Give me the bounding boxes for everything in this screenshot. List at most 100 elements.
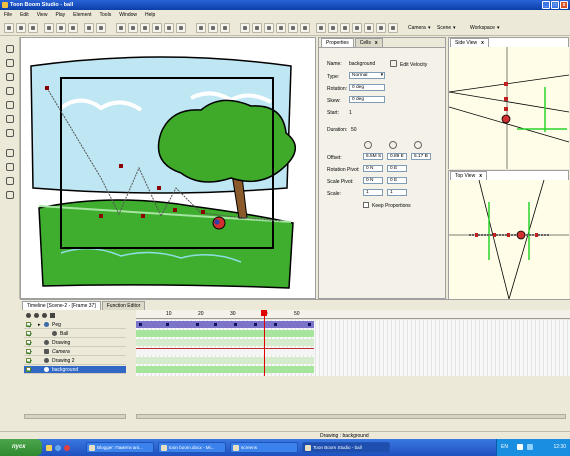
menu-play[interactable]: Play — [55, 10, 65, 20]
close-side-view-icon[interactable]: x — [481, 40, 484, 46]
open-icon[interactable] — [16, 23, 26, 33]
ball-track[interactable] — [136, 330, 314, 337]
expand-icon[interactable]: ▸ — [38, 321, 41, 329]
layer-row-drawing[interactable]: Drawing — [24, 339, 126, 347]
camera-dropdown[interactable]: Camera — [408, 25, 426, 31]
side-view-canvas[interactable] — [449, 47, 569, 169]
zoom-view-icon[interactable] — [364, 23, 374, 33]
delete-layer-icon[interactable] — [42, 313, 47, 318]
task-word[interactable]: toon boom.docx - Mi... — [158, 442, 226, 453]
scale-pivot-x-field[interactable]: 0 N — [363, 177, 383, 184]
rotation-pivot-y-field[interactable]: 0 E — [387, 165, 407, 172]
opera-icon[interactable] — [64, 445, 70, 451]
layer-visible-checkbox[interactable] — [26, 349, 31, 354]
close-cells-tab-icon[interactable]: x — [375, 40, 378, 46]
pivot-icon[interactable] — [300, 23, 310, 33]
offset-x-axis-icon[interactable] — [364, 141, 372, 149]
skew-field[interactable]: 0 deg — [349, 96, 385, 103]
brush-tool-icon[interactable] — [4, 57, 15, 68]
task-blogger[interactable]: Blogger: Памяти ani... — [86, 442, 154, 453]
prev-frame-icon[interactable] — [128, 23, 138, 33]
cut-icon[interactable] — [44, 23, 54, 33]
menu-tools[interactable]: Tools — [100, 10, 112, 20]
select-tool-icon[interactable] — [4, 43, 15, 54]
light-table-icon[interactable] — [220, 23, 230, 33]
camera-view[interactable] — [20, 37, 316, 299]
motion-icon[interactable] — [252, 23, 262, 33]
tab-function-editor[interactable]: Function Editor — [101, 301, 146, 310]
drawing-track[interactable] — [136, 339, 314, 346]
orbit-icon[interactable] — [352, 23, 362, 33]
menu-view[interactable]: View — [37, 10, 48, 20]
current-frame-line[interactable] — [264, 310, 265, 376]
layer-visible-checkbox[interactable] — [26, 340, 31, 345]
reset-view-icon[interactable] — [376, 23, 386, 33]
menu-help[interactable]: Help — [145, 10, 155, 20]
scale-pivot-y-field[interactable]: 0 E — [387, 177, 407, 184]
tab-timeline[interactable]: Timeline [Scene-2 - [Frame 37] — [22, 301, 101, 310]
save-icon[interactable] — [28, 23, 38, 33]
layer-row-drawing-2[interactable]: Drawing 2 — [24, 357, 126, 365]
drawing-2-track[interactable] — [136, 357, 314, 364]
layer-row-peg[interactable]: ▸ Peg — [24, 321, 126, 329]
new-icon[interactable] — [4, 23, 14, 33]
offset-y-field[interactable]: 0.89 E — [387, 153, 407, 160]
volume-icon[interactable] — [517, 444, 523, 450]
task-toon-boom[interactable]: Toon Boom Studio - ball — [302, 442, 390, 453]
menu-file[interactable]: File — [4, 10, 12, 20]
contour-tool-icon[interactable] — [4, 147, 15, 158]
add-layer-icon[interactable] — [26, 313, 31, 318]
rotation-pivot-x-field[interactable]: 0 N — [363, 165, 383, 172]
network-icon[interactable] — [527, 444, 533, 450]
rotate-icon[interactable] — [264, 23, 274, 33]
layer-row-ball[interactable]: Ball — [24, 330, 126, 338]
current-frame-handle-icon[interactable] — [261, 310, 267, 316]
layer-props-icon[interactable] — [50, 313, 55, 318]
camera-track[interactable] — [136, 348, 314, 355]
ellipse-tool-icon[interactable] — [4, 175, 15, 186]
magnet-icon[interactable] — [328, 23, 338, 33]
layer-row-camera[interactable]: Camera — [24, 348, 126, 356]
path-icon[interactable] — [340, 23, 350, 33]
offset-y-axis-icon[interactable] — [389, 141, 397, 149]
scene-dropdown-arrow-icon[interactable]: ▾ — [453, 25, 456, 31]
sound-icon[interactable] — [196, 23, 206, 33]
scale-icon[interactable] — [276, 23, 286, 33]
close-top-view-icon[interactable]: x — [479, 173, 482, 179]
dropper-tool-icon[interactable] — [4, 99, 15, 110]
last-frame-icon[interactable] — [164, 23, 174, 33]
copy-icon[interactable] — [56, 23, 66, 33]
menu-edit[interactable]: Edit — [20, 10, 29, 20]
menu-window[interactable]: Window — [119, 10, 137, 20]
rectangle-tool-icon[interactable] — [4, 161, 15, 172]
camera-dropdown-arrow-icon[interactable]: ▾ — [428, 25, 431, 31]
scene-canvas[interactable] — [21, 38, 316, 299]
type-select[interactable]: Normal ▾ — [349, 72, 385, 79]
task-screens[interactable]: screens — [230, 442, 298, 453]
maximize-button[interactable]: □ — [551, 1, 559, 9]
scale-y-field[interactable]: 1 — [387, 189, 407, 196]
play-icon[interactable] — [140, 23, 150, 33]
undo-icon[interactable] — [84, 23, 94, 33]
tab-properties[interactable]: Properties — [321, 38, 354, 47]
offset-z-axis-icon[interactable] — [414, 141, 422, 149]
quick-launch-icon[interactable] — [46, 445, 52, 451]
top-view-canvas[interactable] — [449, 180, 569, 299]
first-frame-icon[interactable] — [116, 23, 126, 33]
loop-icon[interactable] — [176, 23, 186, 33]
onion-skin-icon[interactable] — [208, 23, 218, 33]
next-frame-icon[interactable] — [152, 23, 162, 33]
zoom-tool-icon[interactable] — [4, 113, 15, 124]
tab-top-view[interactable]: Top View x — [450, 171, 487, 180]
workspace-dropdown-arrow-icon[interactable]: ▾ — [497, 25, 500, 31]
grid-icon[interactable] — [388, 23, 398, 33]
layer-visible-checkbox[interactable] — [26, 322, 31, 327]
redo-icon[interactable] — [96, 23, 106, 33]
pencil-tool-icon[interactable] — [4, 71, 15, 82]
line-tool-icon[interactable] — [4, 189, 15, 200]
keyframe-icon[interactable] — [316, 23, 326, 33]
tab-cells[interactable]: Cells x — [354, 38, 383, 47]
eraser-tool-icon[interactable] — [4, 127, 15, 138]
keep-proportions-checkbox[interactable] — [363, 202, 369, 208]
paint-tool-icon[interactable] — [4, 85, 15, 96]
